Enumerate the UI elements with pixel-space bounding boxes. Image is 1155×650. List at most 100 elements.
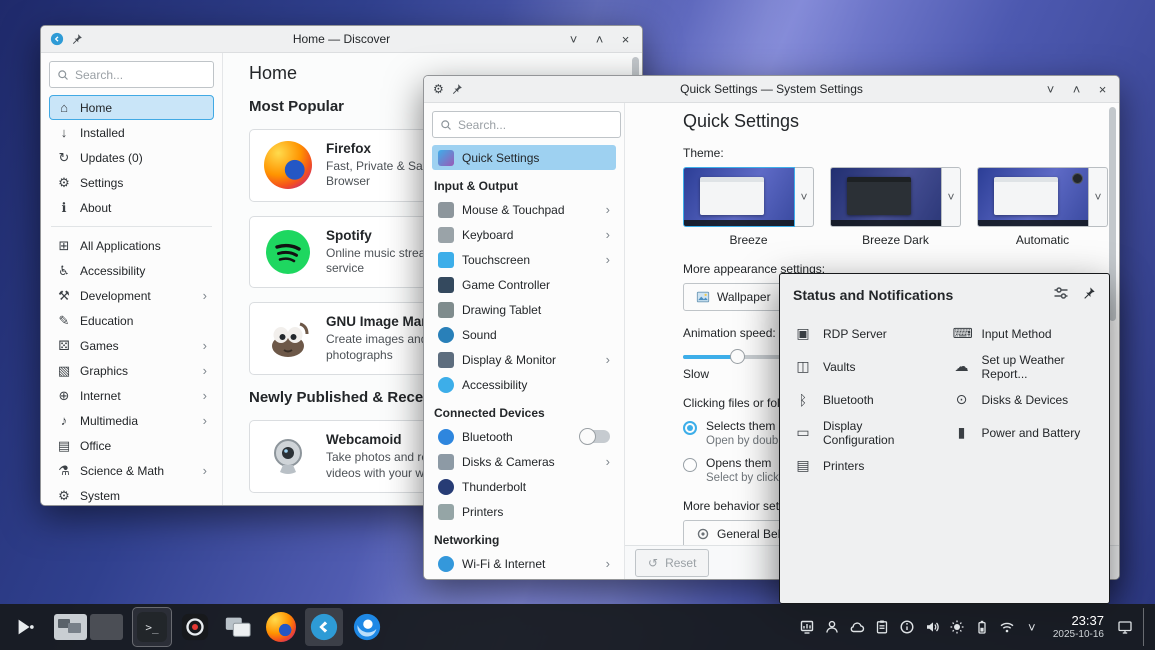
settings-nav-touchscreen[interactable]: Touchscreen› — [432, 247, 616, 272]
volume-tray-icon[interactable] — [921, 614, 943, 640]
status-item-input-method[interactable]: ⌨Input Method — [945, 317, 1104, 350]
system-monitor-tray-icon[interactable] — [796, 614, 818, 640]
theme-preview-breeze[interactable] — [683, 167, 795, 227]
browser-icon — [352, 612, 382, 642]
task-media-player[interactable] — [176, 608, 214, 646]
sidebar-item-education[interactable]: ✎Education — [49, 308, 214, 333]
digital-clock[interactable]: 23:37 2025-10-16 — [1053, 613, 1104, 641]
theme-dropdown-breeze-dark[interactable]: ˅ — [942, 167, 961, 227]
info-tray-icon[interactable] — [896, 614, 918, 640]
display-tray-icon[interactable] — [1114, 614, 1136, 640]
status-item-bluetooth[interactable]: ᛒBluetooth — [786, 383, 945, 416]
chevron-right-icon: › — [606, 252, 610, 267]
settings-nav-printers[interactable]: Printers — [432, 499, 616, 524]
sidebar-item-development[interactable]: ⚒Development› — [49, 283, 214, 308]
settings-nav-thunderbolt[interactable]: Thunderbolt — [432, 474, 616, 499]
settings-nav-disks-cameras[interactable]: Disks & Cameras› — [432, 449, 616, 474]
status-item-printers[interactable]: ▤Printers — [786, 449, 945, 482]
status-item-vaults[interactable]: ◫Vaults — [786, 350, 945, 383]
network-tray-icon[interactable] — [996, 614, 1018, 640]
show-desktop-button[interactable] — [1143, 608, 1149, 646]
sidebar-item-games[interactable]: ⚄Games› — [49, 333, 214, 358]
maximize-button[interactable]: ˄ — [1069, 83, 1084, 96]
discover-search-input[interactable] — [75, 68, 206, 82]
task-firefox[interactable] — [262, 608, 300, 646]
sidebar-item-office[interactable]: ▤Office — [49, 433, 214, 458]
discover-search[interactable] — [49, 61, 214, 88]
sidebar-item-all-applications[interactable]: ⊞All Applications — [49, 233, 214, 258]
settings-nav-game-controller[interactable]: Game Controller — [432, 272, 616, 297]
sidebar-item-accessibility[interactable]: ♿Accessibility — [49, 258, 214, 283]
settings-nav-sound[interactable]: Sound — [432, 322, 616, 347]
sidebar-item-settings[interactable]: ⚙Settings — [49, 170, 214, 195]
accessibility-icon — [438, 377, 454, 393]
status-item-power-battery[interactable]: ▮Power and Battery — [945, 416, 1104, 449]
slider-handle[interactable] — [730, 349, 745, 364]
settings-nav-quick-settings[interactable]: Quick Settings — [432, 145, 616, 170]
battery-tray-icon[interactable] — [971, 614, 993, 640]
disks-cameras-icon — [438, 454, 454, 470]
theme-dropdown-breeze[interactable]: ˅ — [795, 167, 814, 227]
app-launcher-button[interactable] — [6, 608, 44, 646]
clipboard-tray-icon[interactable] — [871, 614, 893, 640]
chevron-right-icon: › — [203, 463, 207, 478]
task-terminal[interactable]: >_ — [133, 608, 171, 646]
configure-icon[interactable] — [1053, 285, 1069, 304]
settings-nav-drawing-tablet[interactable]: Drawing Tablet — [432, 297, 616, 322]
settings-search[interactable] — [432, 111, 621, 138]
pin-icon[interactable] — [451, 83, 463, 95]
settings-nav-online-accounts[interactable]: Online Accounts — [432, 576, 616, 579]
expand-tray-icon[interactable]: ˅ — [1021, 614, 1043, 640]
pin-icon[interactable] — [1082, 286, 1096, 303]
maximize-button[interactable]: ˄ — [592, 33, 607, 46]
pager-desktop-2[interactable] — [90, 614, 123, 640]
task-browser[interactable] — [348, 608, 386, 646]
settings-search-input[interactable] — [458, 118, 613, 132]
sidebar-item-system[interactable]: ⚙System — [49, 483, 214, 505]
sidebar-item-science-math[interactable]: ⚗Science & Math› — [49, 458, 214, 483]
settings-nav-keyboard[interactable]: Keyboard› — [432, 222, 616, 247]
discover-titlebar[interactable]: Home — Discover ˅ ˄ × — [41, 26, 642, 53]
pager-desktop-1[interactable] — [54, 614, 87, 640]
user-tray-icon[interactable] — [821, 614, 843, 640]
settings-titlebar[interactable]: Quick Settings — System Settings ⚙ ˅ ˄ × — [424, 76, 1119, 103]
radio-button-selected[interactable] — [683, 421, 697, 435]
sidebar-item-installed[interactable]: ↓Installed — [49, 120, 214, 145]
discover-icon — [309, 612, 339, 642]
close-button[interactable]: × — [1095, 83, 1110, 96]
task-discover[interactable] — [305, 608, 343, 646]
close-button[interactable]: × — [618, 33, 633, 46]
internet-icon: ⊕ — [56, 388, 72, 404]
sidebar-item-about[interactable]: ℹAbout — [49, 195, 214, 220]
sidebar-item-internet[interactable]: ⊕Internet› — [49, 383, 214, 408]
settings-nav-mouse-touchpad[interactable]: Mouse & Touchpad› — [432, 197, 616, 222]
theme-preview-automatic[interactable] — [977, 167, 1089, 227]
status-item-display-configuration[interactable]: ▭Display Configuration — [786, 416, 945, 449]
settings-nav-wifi-internet[interactable]: Wi-Fi & Internet› — [432, 551, 616, 576]
task-file-manager[interactable] — [219, 608, 257, 646]
wallpaper-button[interactable]: Wallpaper — [683, 283, 784, 311]
minimize-button[interactable]: ˅ — [566, 33, 581, 46]
theme-dropdown-automatic[interactable]: ˅ — [1089, 167, 1108, 227]
bluetooth-toggle[interactable] — [580, 430, 610, 443]
sidebar-item-multimedia[interactable]: ♪Multimedia› — [49, 408, 214, 433]
weather-tray-icon[interactable] — [846, 614, 868, 640]
reset-button[interactable]: ↺ Reset — [635, 549, 709, 577]
settings-scrollbar[interactable] — [1109, 107, 1116, 321]
chevron-right-icon: › — [203, 338, 207, 353]
status-item-rdp-server[interactable]: ▣RDP Server — [786, 317, 945, 350]
theme-preview-breeze-dark[interactable] — [830, 167, 942, 227]
sidebar-item-graphics[interactable]: ▧Graphics› — [49, 358, 214, 383]
wallpaper-icon — [696, 290, 710, 304]
pin-icon[interactable] — [71, 33, 83, 45]
status-item-weather[interactable]: ☁Set up Weather Report... — [945, 350, 1104, 383]
status-item-disks-devices[interactable]: ⊙Disks & Devices — [945, 383, 1104, 416]
brightness-tray-icon[interactable] — [946, 614, 968, 640]
sidebar-item-updates[interactable]: ↻Updates (0) — [49, 145, 214, 170]
settings-nav-display-monitor[interactable]: Display & Monitor› — [432, 347, 616, 372]
sidebar-item-home[interactable]: ⌂Home — [49, 95, 214, 120]
settings-nav-accessibility[interactable]: Accessibility — [432, 372, 616, 397]
minimize-button[interactable]: ˅ — [1043, 83, 1058, 96]
radio-button-unselected[interactable] — [683, 458, 697, 472]
settings-nav-bluetooth[interactable]: Bluetooth — [432, 424, 616, 449]
